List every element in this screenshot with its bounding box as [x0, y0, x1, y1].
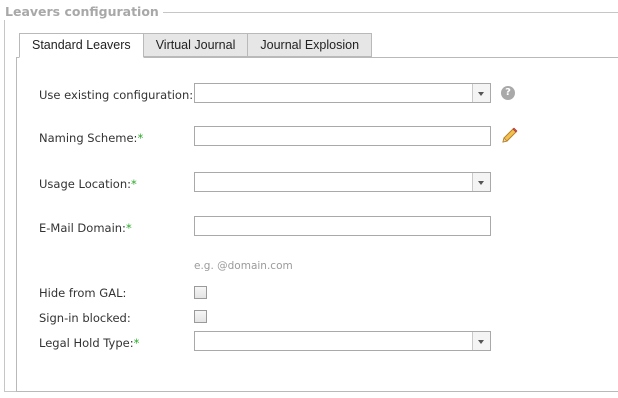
- email-domain-input[interactable]: [194, 216, 491, 236]
- pencil-icon[interactable]: [499, 126, 519, 146]
- usage-location-combo[interactable]: [194, 172, 491, 192]
- email-domain-label-text: E-Mail Domain:: [39, 221, 126, 235]
- required-marker: *: [133, 336, 140, 350]
- usage-location-label-text: Usage Location:: [39, 177, 131, 191]
- naming-scheme-label-text: Naming Scheme:: [39, 131, 138, 145]
- legal-hold-type-label-text: Legal Hold Type:: [39, 336, 134, 350]
- tab-bar: Standard Leavers Virtual Journal Journal…: [19, 33, 373, 58]
- usage-location-dropdown-button[interactable]: [472, 173, 490, 191]
- required-marker: *: [131, 177, 137, 191]
- legal-hold-type-combo[interactable]: [194, 331, 491, 351]
- email-domain-hint: e.g. @domain.com: [194, 260, 293, 272]
- existing-config-dropdown-button[interactable]: [472, 84, 490, 102]
- signin-blocked-label: Sign-in blocked:: [39, 311, 131, 325]
- email-domain-label: E-Mail Domain:*: [39, 221, 132, 235]
- hide-from-gal-checkbox[interactable]: [194, 286, 207, 299]
- tab-journal-explosion[interactable]: Journal Explosion: [248, 33, 373, 57]
- fieldset-legend: Leavers configuration: [4, 4, 163, 20]
- help-icon[interactable]: ?: [501, 86, 515, 100]
- existing-config-label: Use existing configuration:: [39, 88, 194, 102]
- naming-scheme-label: Naming Scheme:*: [39, 131, 143, 145]
- signin-blocked-checkbox[interactable]: [194, 310, 207, 323]
- legal-hold-type-label: Legal Hold Type:*: [39, 336, 139, 350]
- existing-config-combo[interactable]: [194, 83, 491, 103]
- required-marker: *: [137, 131, 144, 145]
- naming-scheme-input[interactable]: [194, 126, 491, 146]
- tab-standard-leavers[interactable]: Standard Leavers: [19, 33, 144, 58]
- usage-location-label: Usage Location:*: [39, 177, 137, 191]
- legal-hold-type-dropdown-button[interactable]: [472, 332, 490, 350]
- required-marker: *: [125, 221, 132, 235]
- tab-virtual-journal[interactable]: Virtual Journal: [143, 33, 249, 57]
- hide-from-gal-label: Hide from GAL:: [39, 286, 127, 300]
